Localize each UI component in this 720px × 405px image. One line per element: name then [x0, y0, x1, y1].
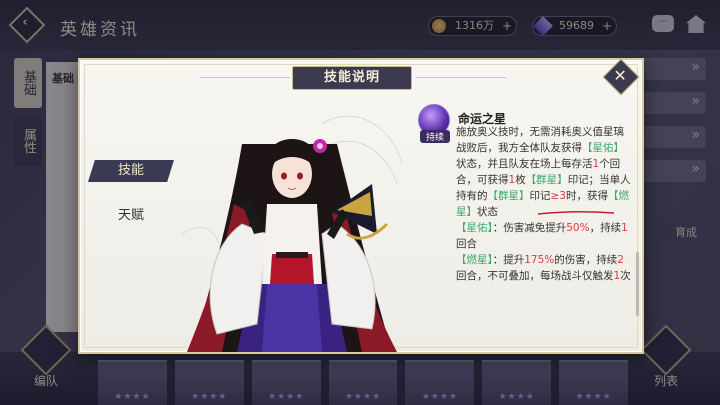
skill-desc-paragraph: 【燃星】：提升175%的伤害，持续2回合，不可叠加，每场战斗仅触发1次 [456, 252, 634, 284]
desc-text: ：伤害减免提升 [492, 222, 567, 234]
status-tag: 【星佑】 [456, 222, 493, 234]
skill-info-modal: 技能说明 ✕ 技能 天赋 持续 命运之星 施放奥义技时，无需消耗奥义值星璃战败后… [78, 58, 644, 354]
desc-text: 回合，不可叠加，每场战斗仅触发 [456, 270, 614, 282]
desc-text: 状态，并且队友在场上每存活 [456, 158, 593, 170]
skill-desc-paragraph: 【星佑】：伤害减免提升50%，持续1 回合 [456, 220, 634, 252]
desc-value: ≥3 [550, 190, 566, 202]
desc-value: 1 [621, 222, 628, 234]
desc-text: 枚 [515, 174, 526, 186]
desc-text: 的伤害，持续 [554, 254, 618, 266]
status-tag: 【燃星】 [456, 254, 493, 266]
skill-description: 施放奥义技时，无需消耗奥义值星璃战败后，我方全体队友获得【星佑】状态，并且队友在… [456, 124, 634, 284]
close-x-icon: ✕ [613, 66, 627, 86]
title-ornament-left [200, 77, 290, 78]
menu-item-skill[interactable]: 技能 [88, 160, 174, 182]
desc-text: 次 [620, 270, 631, 282]
desc-text: 状态 [477, 206, 498, 218]
desc-value: 175% [524, 254, 555, 266]
title-ornament-right [416, 77, 506, 78]
desc-value: 50% [566, 222, 590, 234]
character-illustration [181, 115, 403, 352]
red-underline-annotation [537, 210, 615, 215]
desc-text: 时，获得 [565, 190, 608, 202]
side-menu: 技能 天赋 [88, 160, 174, 223]
desc-text: 回合 [456, 238, 477, 250]
desc-text: 印记 [529, 190, 551, 202]
skill-type-badge: 持续 [420, 130, 450, 143]
status-tag: 【群星】 [487, 190, 530, 202]
desc-text: ，持续 [589, 222, 622, 234]
scrollbar[interactable] [636, 252, 639, 316]
menu-item-talent[interactable]: 天赋 [88, 204, 174, 223]
skill-desc-paragraph: 施放奥义技时，无需消耗奥义值星璃战败后，我方全体队友获得【星佑】状态，并且队友在… [456, 124, 634, 220]
close-button[interactable]: ✕ [602, 58, 640, 96]
status-tag: 【群星】 [525, 174, 568, 186]
desc-text: ：提升 [492, 254, 525, 266]
status-tag: 【星佑】 [582, 142, 624, 154]
desc-value: 2 [617, 254, 624, 266]
